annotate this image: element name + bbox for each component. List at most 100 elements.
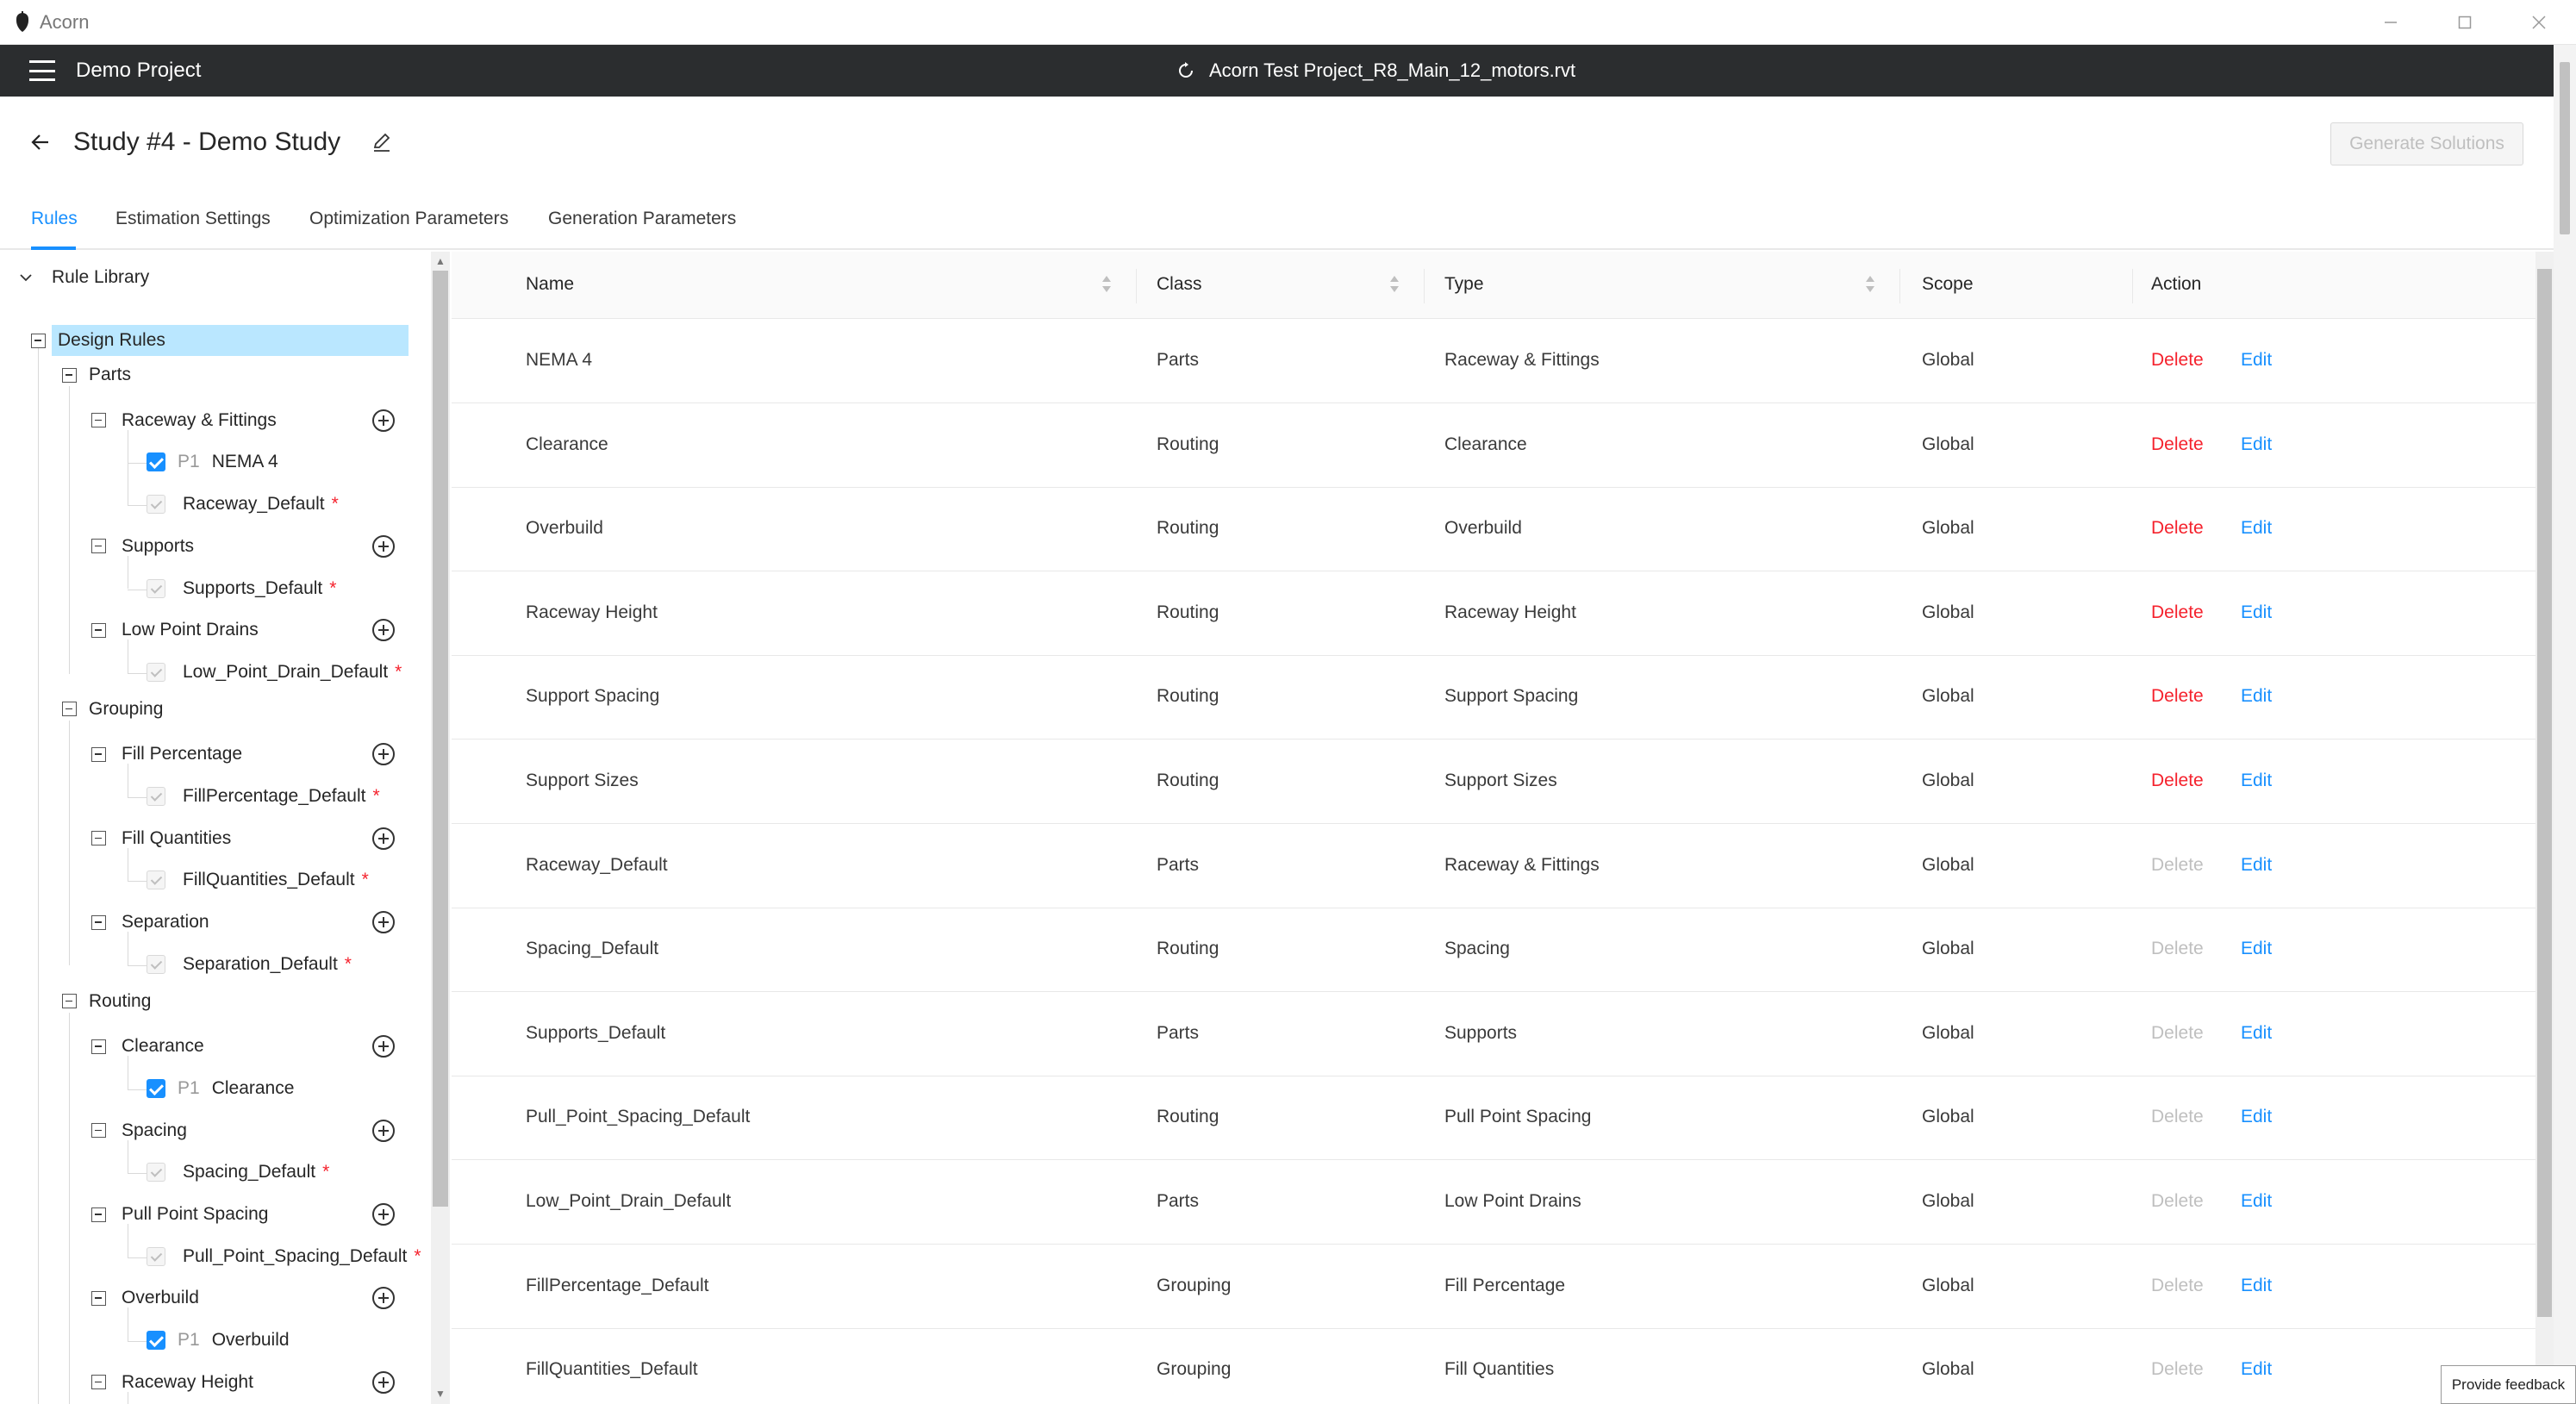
delete-button[interactable]: Delete [2151,518,2204,539]
delete-button[interactable]: Delete [2151,771,2204,791]
provide-feedback-button[interactable]: Provide feedback [2441,1365,2576,1404]
add-rule-icon[interactable] [372,1119,395,1142]
tree-category-low-point-drains[interactable]: Low Point Drains [91,615,259,645]
tree-rule-spacing-default[interactable]: Spacing_Default * [147,1158,329,1187]
add-rule-icon[interactable] [372,1370,395,1394]
edit-button[interactable]: Edit [2241,1191,2272,1212]
collapse-icon[interactable] [91,1290,106,1306]
collapse-icon[interactable] [31,333,46,348]
add-rule-icon[interactable] [372,911,395,934]
collapse-icon[interactable] [91,746,106,762]
tree-rule-clearance[interactable]: P1 Clearance [147,1074,294,1103]
edit-button[interactable]: Edit [2241,350,2272,371]
tree-category-raceway-fittings[interactable]: Raceway & Fittings [91,406,277,435]
tree-group-parts[interactable]: Parts [62,360,131,390]
tree-rule-raceway-default[interactable]: Raceway_Default * [147,490,339,519]
edit-button[interactable]: Edit [2241,1359,2272,1380]
collapse-icon[interactable] [62,994,77,1008]
collapse-icon[interactable] [91,1123,106,1139]
maximize-button[interactable] [2428,0,2502,45]
tree-rule-fillquantities-default[interactable]: FillQuantities_Default * [147,865,369,895]
add-rule-icon[interactable] [372,1203,395,1226]
edit-button[interactable]: Edit [2241,686,2272,707]
edit-button[interactable]: Edit [2241,771,2272,791]
collapse-icon[interactable] [62,702,77,717]
sync-icon[interactable] [1176,61,1195,80]
add-rule-icon[interactable] [372,827,395,850]
collapse-icon[interactable] [91,413,106,428]
edit-button[interactable]: Edit [2241,939,2272,959]
sort-class-icon[interactable] [1389,272,1400,298]
column-header-name[interactable]: Name [526,274,574,295]
add-rule-icon[interactable] [372,619,395,642]
cell-class: Parts [1157,1022,1200,1043]
sidebar-scrollbar[interactable]: ▲ ▼ [431,252,450,1404]
tab-estimation-settings[interactable]: Estimation Settings [115,209,271,229]
tree-rule-overbuild[interactable]: P1 Overbuild [147,1326,290,1355]
cell-name: Support Sizes [526,771,639,790]
tab-optimization-parameters[interactable]: Optimization Parameters [309,209,508,229]
edit-button[interactable]: Edit [2241,855,2272,876]
table-scrollbar[interactable] [2535,252,2554,1404]
delete-button[interactable]: Delete [2151,434,2204,455]
collapse-icon[interactable] [62,367,77,383]
cell-type: Fill Percentage [1444,1275,1566,1295]
collapse-icon[interactable] [91,831,106,846]
add-rule-icon[interactable] [372,1287,395,1310]
add-rule-icon[interactable] [372,409,395,432]
column-header-type[interactable]: Type [1444,274,1484,295]
edit-button[interactable]: Edit [2241,1276,2272,1296]
checkbox-checked-icon[interactable] [147,1078,165,1098]
add-rule-icon[interactable] [372,743,395,766]
generate-solutions-button[interactable]: Generate Solutions [2330,122,2523,165]
edit-button[interactable]: Edit [2241,1107,2272,1127]
hamburger-menu-icon[interactable] [29,60,55,81]
tree-category-separation[interactable]: Separation [91,908,209,937]
tree-category-spacing[interactable]: Spacing [91,1116,187,1145]
tree-category-supports[interactable]: Supports [91,532,194,561]
edit-button[interactable]: Edit [2241,1023,2272,1044]
tree-category-fill-percentage[interactable]: Fill Percentage [91,739,242,769]
tree-rule-low-point-drain-default[interactable]: Low_Point_Drain_Default * [147,658,402,687]
tree-group-routing[interactable]: Routing [62,987,151,1016]
back-arrow-icon[interactable] [29,131,52,153]
edit-button[interactable]: Edit [2241,602,2272,623]
delete-button[interactable]: Delete [2151,602,2204,623]
collapse-icon[interactable] [91,539,106,554]
collapse-icon[interactable] [91,914,106,930]
collapse-icon[interactable] [91,1039,106,1054]
delete-button[interactable]: Delete [2151,686,2204,707]
collapse-icon[interactable] [91,1375,106,1390]
tree-rule-nema-4[interactable]: P1 NEMA 4 [147,447,278,477]
tree-rule-separation-default[interactable]: Separation_Default * [147,950,352,979]
checkbox-checked-icon[interactable] [147,1331,165,1351]
tab-generation-parameters[interactable]: Generation Parameters [548,209,736,229]
tree-rule-fillpercentage-default[interactable]: FillPercentage_Default * [147,782,380,811]
tree-category-raceway-height[interactable]: Raceway Height [91,1368,253,1397]
checkbox-checked-icon[interactable] [147,452,165,472]
edit-button[interactable]: Edit [2241,518,2272,539]
window-scrollbar[interactable] [2554,45,2576,1404]
add-rule-icon[interactable] [372,1035,395,1058]
collapse-icon[interactable] [91,1207,106,1222]
tree-category-clearance[interactable]: Clearance [91,1032,204,1061]
tab-rules[interactable]: Rules [31,209,78,229]
sort-name-icon[interactable] [1101,272,1112,298]
minimize-button[interactable] [2354,0,2428,45]
tree-rule-pull-point-spacing-default[interactable]: Pull_Point_Spacing_Default * [147,1242,421,1271]
tree-category-fill-quantities[interactable]: Fill Quantities [91,824,231,853]
rule-library-header[interactable]: Rule Library [19,267,149,288]
tree-group-grouping[interactable]: Grouping [62,695,163,724]
delete-button[interactable]: Delete [2151,350,2204,371]
edit-pencil-icon[interactable] [371,131,393,153]
column-header-class[interactable]: Class [1157,274,1202,295]
sort-type-icon[interactable] [1865,272,1875,298]
add-rule-icon[interactable] [372,534,395,558]
tree-node-design-rules[interactable]: Design Rules [31,326,165,355]
tree-category-overbuild[interactable]: Overbuild [91,1283,199,1313]
close-button[interactable] [2502,0,2576,45]
edit-button[interactable]: Edit [2241,434,2272,455]
tree-rule-supports-default[interactable]: Supports_Default * [147,574,336,603]
collapse-icon[interactable] [91,622,106,638]
tree-category-pull-point-spacing[interactable]: Pull Point Spacing [91,1200,268,1229]
